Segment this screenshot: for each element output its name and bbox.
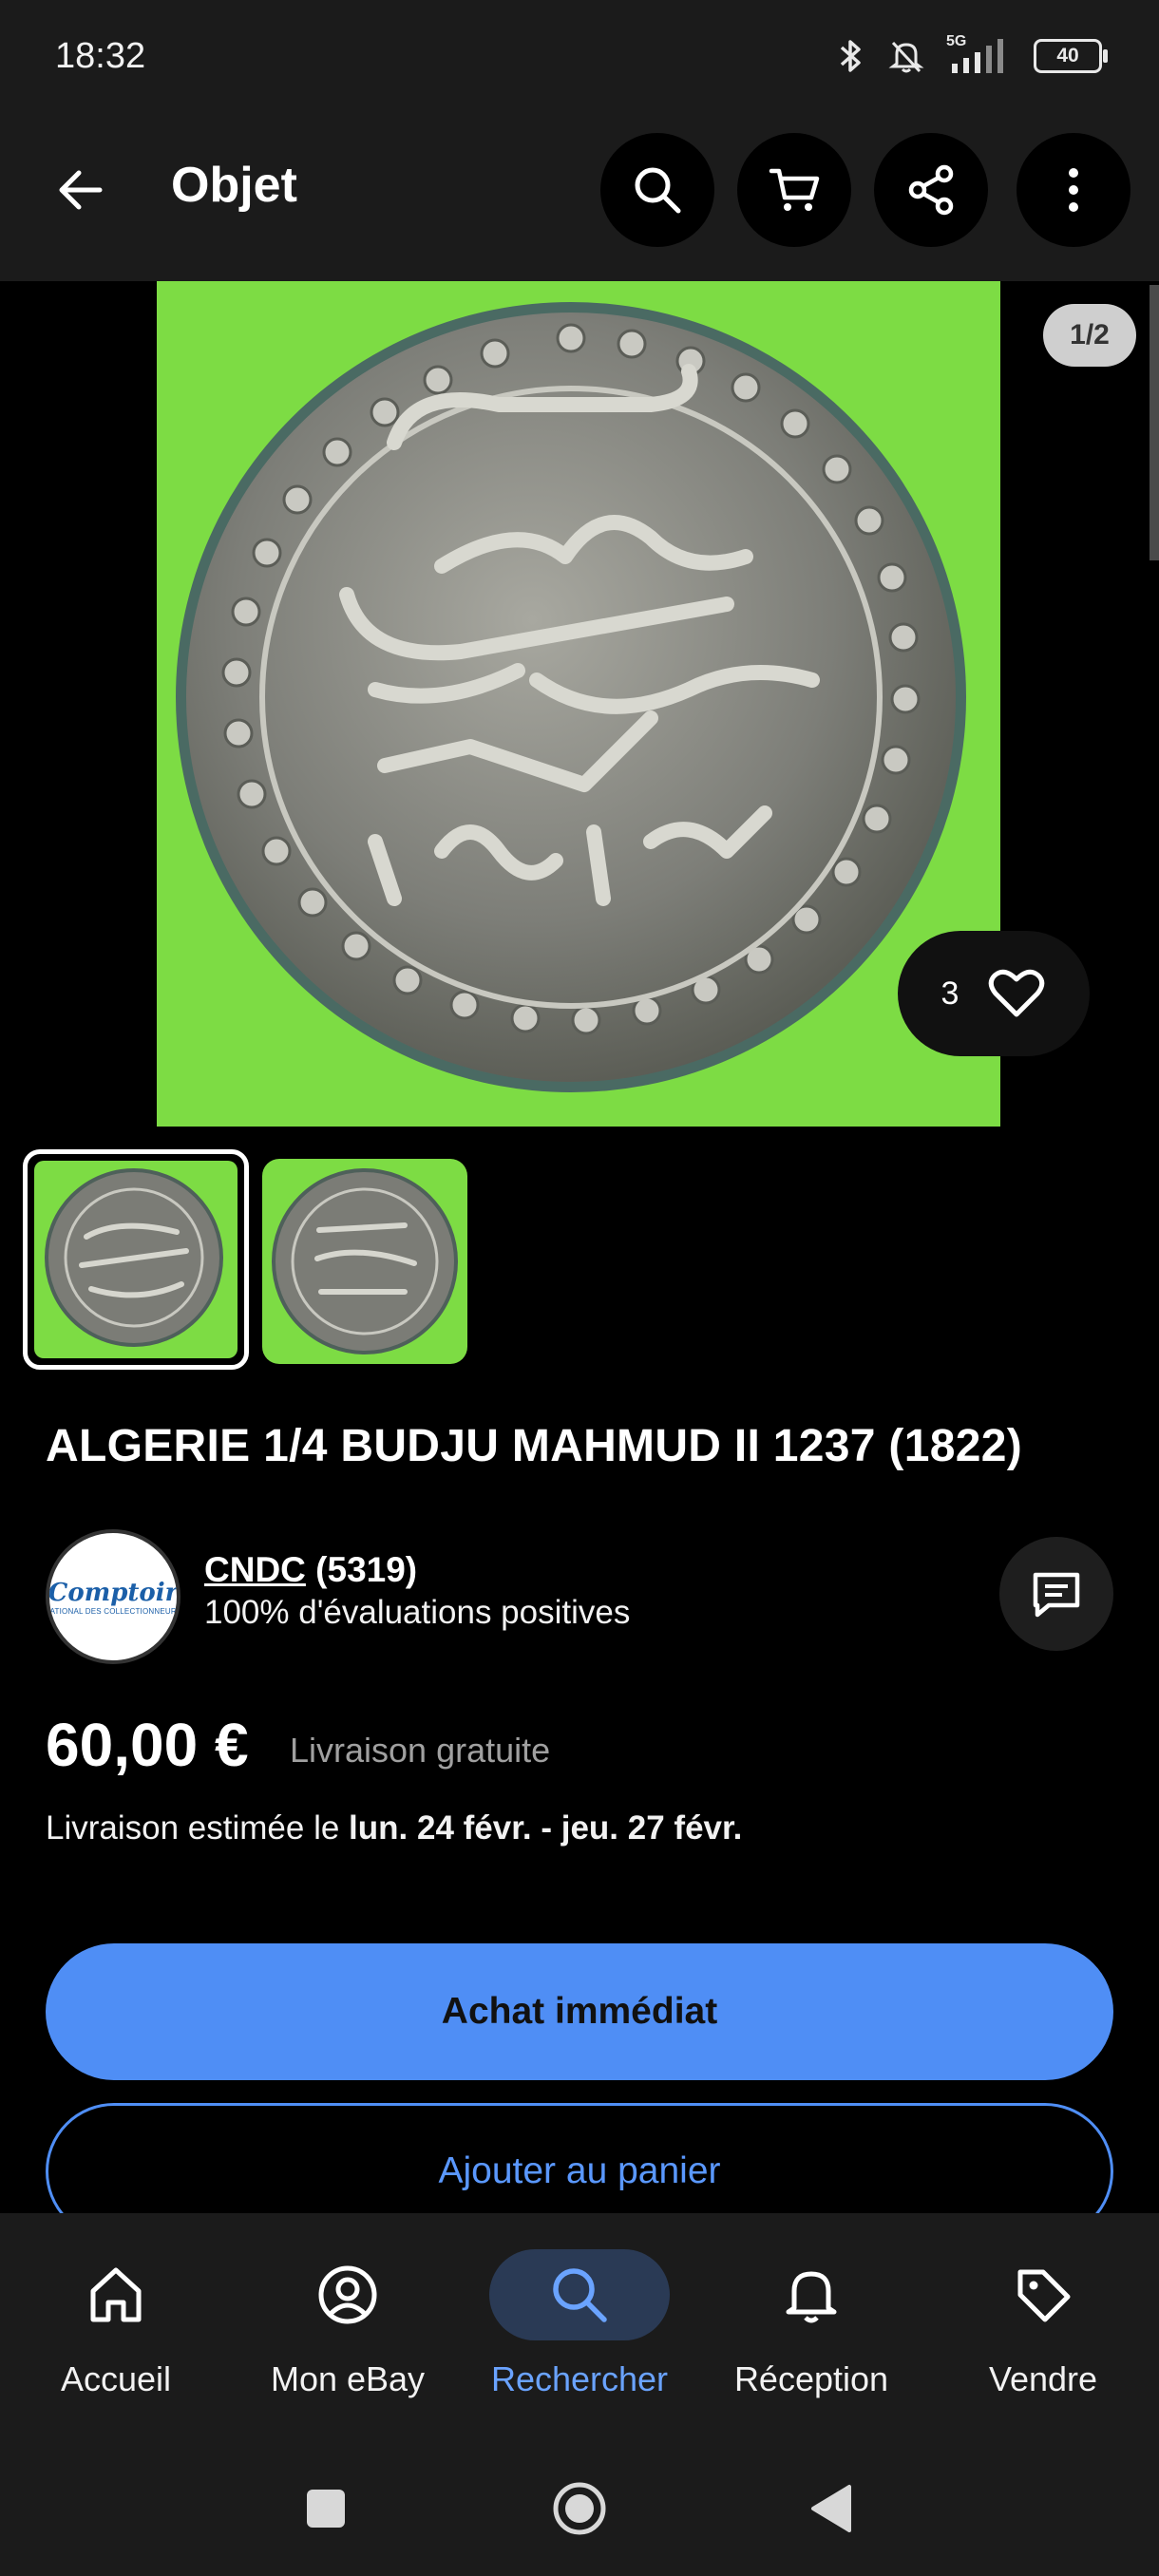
watch-button[interactable]: 3 — [898, 931, 1090, 1056]
share-button[interactable] — [874, 133, 988, 247]
back-system-button[interactable] — [808, 2483, 855, 2534]
thumbnail-2[interactable] — [262, 1159, 467, 1364]
seller-avatar[interactable]: Comptoir NATIONAL DES COLLECTIONNEURS — [46, 1529, 180, 1664]
more-vert-icon — [1069, 168, 1078, 212]
search-button[interactable] — [600, 133, 714, 247]
nav-my-ebay[interactable]: Mon eBay — [232, 2213, 464, 2445]
nav-inbox-label: Réception — [733, 2359, 889, 2398]
cart-icon — [769, 168, 820, 211]
heart-icon — [989, 969, 1045, 1017]
price: 60,00 € — [46, 1711, 249, 1779]
nav-sell-label: Vendre — [988, 2359, 1098, 2398]
item-title: ALGERIE 1/4 BUDJU MAHMUD II 1237 (1822) — [46, 1421, 1022, 1471]
nav-home[interactable]: Accueil — [0, 2213, 232, 2445]
delivery-dates: lun. 24 févr. - jeu. 27 févr. — [349, 1809, 743, 1847]
nav-my-ebay-label: Mon eBay — [270, 2359, 426, 2398]
bluetooth-icon — [840, 40, 861, 72]
account-icon — [318, 2265, 377, 2324]
status-icons: 5G 40 — [834, 32, 1108, 80]
coin-thumbnail — [45, 1168, 223, 1347]
seller-name-link[interactable]: CNDC — [204, 1550, 306, 1589]
bell-icon — [786, 2271, 837, 2323]
tag-icon — [1017, 2269, 1071, 2322]
coin-image — [176, 302, 966, 1092]
seller-feedback-percent: 100% d'évaluations positives — [204, 1594, 631, 1631]
status-time: 18:32 — [55, 36, 146, 76]
nav-search[interactable]: Rechercher — [464, 2213, 695, 2445]
coin-thumbnail — [272, 1168, 458, 1354]
scrollbar[interactable] — [1150, 285, 1159, 560]
nav-home-label: Accueil — [60, 2359, 172, 2398]
more-options-button[interactable] — [1016, 133, 1130, 247]
bell-muted-icon — [888, 41, 924, 73]
home-icon — [90, 2267, 142, 2322]
buy-now-button[interactable]: Achat immédiat — [46, 1943, 1113, 2080]
nav-sell[interactable]: Vendre — [927, 2213, 1159, 2445]
arrow-left-icon — [59, 170, 103, 210]
signal-icon: 5G — [946, 33, 1013, 75]
seller-logo-subtext: NATIONAL DES COLLECTIONNEURS — [46, 1606, 180, 1616]
seller-logo-text: Comptoir — [48, 1578, 179, 1607]
seller-feedback-count: (5319) — [315, 1550, 418, 1589]
share-icon — [908, 164, 954, 216]
nav-inbox[interactable]: Réception — [695, 2213, 927, 2445]
seller-info: CNDC (5319) — [204, 1550, 417, 1590]
delivery-estimate: Livraison estimée le lun. 24 févr. - jeu… — [46, 1809, 742, 1847]
search-icon — [553, 2268, 607, 2322]
recents-button[interactable] — [307, 2490, 345, 2528]
coin-photo[interactable] — [157, 281, 1000, 1127]
thumbnail-1[interactable] — [23, 1149, 249, 1370]
cart-button[interactable] — [737, 133, 851, 247]
nav-search-label: Rechercher — [490, 2359, 669, 2398]
search-icon — [635, 167, 681, 214]
back-button[interactable] — [38, 142, 124, 237]
home-system-button[interactable] — [551, 2480, 608, 2537]
battery-icon: 40 — [1034, 39, 1108, 73]
home-circle-icon — [553, 2482, 606, 2535]
contact-seller-button[interactable] — [999, 1537, 1113, 1651]
triangle-back-icon — [811, 2485, 851, 2532]
page-title: Objet — [171, 158, 297, 213]
shipping-cost: Livraison gratuite — [290, 1731, 551, 1770]
delivery-prefix: Livraison estimée le — [46, 1809, 350, 1847]
watch-count: 3 — [940, 975, 960, 1012]
message-icon — [1033, 1572, 1080, 1618]
image-counter: 1/2 — [1043, 304, 1136, 367]
